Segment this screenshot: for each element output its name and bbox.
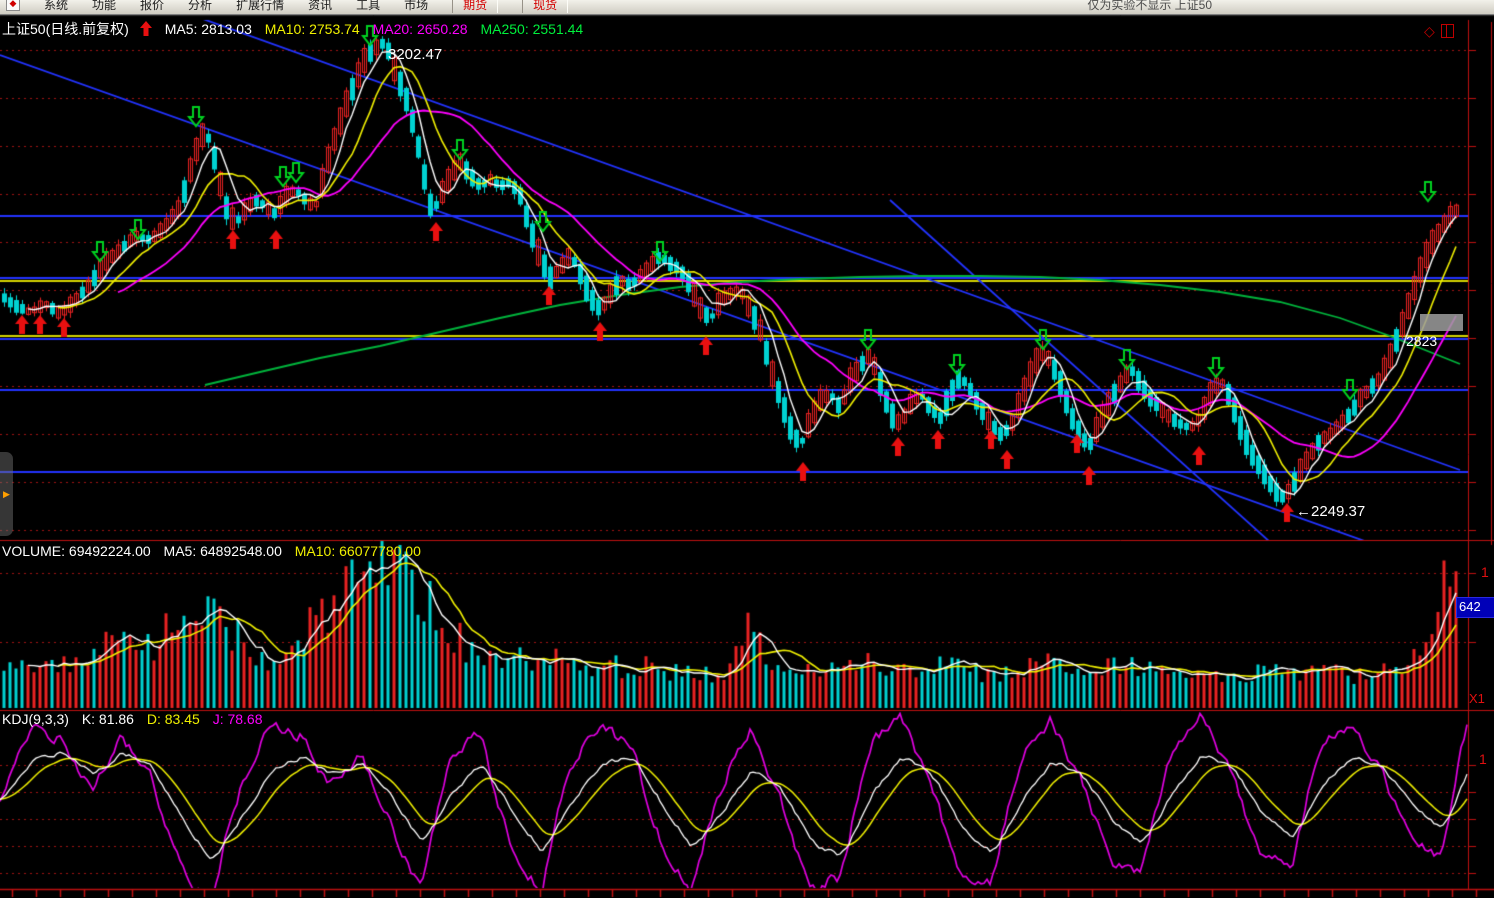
- kdj-axis-tick-label: 1: [1479, 751, 1487, 767]
- menu-item-spot[interactable]: 现货: [522, 0, 568, 13]
- kdj-k-value: K: 81.86: [82, 711, 134, 727]
- menu-right-note: 仅为实验不显示 上证50: [1087, 0, 1212, 13]
- kdj-header: KDJ(9,3,3) K: 81.86 D: 83.45 J: 78.68: [2, 711, 272, 727]
- app-window: ◆ 系统 功能 报价 分析 扩展行情 资讯 工具 市场 期货 现货 仅为实验不显…: [0, 0, 1494, 898]
- ma5-value: MA5: 2813.03: [165, 21, 252, 37]
- ma250-value: MA250: 2551.44: [480, 21, 583, 37]
- menu-item-market[interactable]: 市场: [404, 0, 428, 13]
- chart-title: 上证50(日线.前复权): [2, 21, 129, 37]
- diamond-icon[interactable]: ◇: [1424, 23, 1435, 39]
- main-chart-header: 上证50(日线.前复权) MA5: 2813.03 MA10: 2753.74 …: [2, 21, 592, 39]
- kdj-j-value: J: 78.68: [213, 711, 263, 727]
- kdj-d-value: D: 83.45: [147, 711, 200, 727]
- expand-arrow-icon: ▶: [3, 489, 10, 500]
- volume-header: VOLUME: 69492224.00 MA5: 64892548.00 MA1…: [2, 543, 430, 559]
- app-logo-icon[interactable]: ◆: [6, 0, 20, 11]
- ma20-value: MA20: 2650.28: [373, 21, 468, 37]
- sidebar-expand-handle[interactable]: ▶: [0, 452, 13, 536]
- menu-item-futures[interactable]: 期货: [452, 0, 498, 13]
- menu-item-function[interactable]: 功能: [92, 0, 116, 13]
- chart-canvas[interactable]: [0, 0, 1494, 898]
- trough-price-label: ←2249.37: [1296, 504, 1365, 520]
- kdj-title: KDJ(9,3,3): [2, 711, 69, 727]
- menu-item-analysis[interactable]: 分析: [188, 0, 212, 13]
- menu-item-extended[interactable]: 扩展行情: [236, 0, 284, 13]
- volume-ma5-value: MA5: 64892548.00: [164, 543, 282, 559]
- drag-handle-box[interactable]: [1420, 314, 1463, 331]
- menu-item-quotes[interactable]: 报价: [140, 0, 164, 13]
- menu-item-news[interactable]: 资讯: [308, 0, 332, 13]
- menu-item-tools[interactable]: 工具: [356, 0, 380, 13]
- menu-row: ◆ 系统 功能 报价 分析 扩展行情 资讯 工具 市场 期货 现货 仅为实验不显…: [0, 0, 1494, 15]
- volume-axis-current-value: 642: [1456, 597, 1494, 618]
- menu-item-system[interactable]: 系统: [44, 0, 68, 13]
- volume-value: VOLUME: 69492224.00: [2, 543, 151, 559]
- ma10-value: MA10: 2753.74: [265, 21, 360, 37]
- volume-ma10-value: MA10: 66077780.00: [295, 543, 421, 559]
- volume-axis-multiplier: X1: [1469, 691, 1485, 707]
- menu-bar: ◆ 系统 功能 报价 分析 扩展行情 资讯 工具 市场 期货 现货 仅为实验不显…: [0, 0, 1494, 15]
- peak-price-label: 3202.47: [388, 47, 442, 63]
- chart-corner-tools: ◇: [1424, 23, 1454, 39]
- split-window-icon[interactable]: [1441, 24, 1454, 38]
- trend-up-arrow-icon: [140, 21, 152, 39]
- price-line-label: 2823: [1406, 333, 1437, 349]
- volume-axis-tick-label: 1: [1481, 564, 1489, 580]
